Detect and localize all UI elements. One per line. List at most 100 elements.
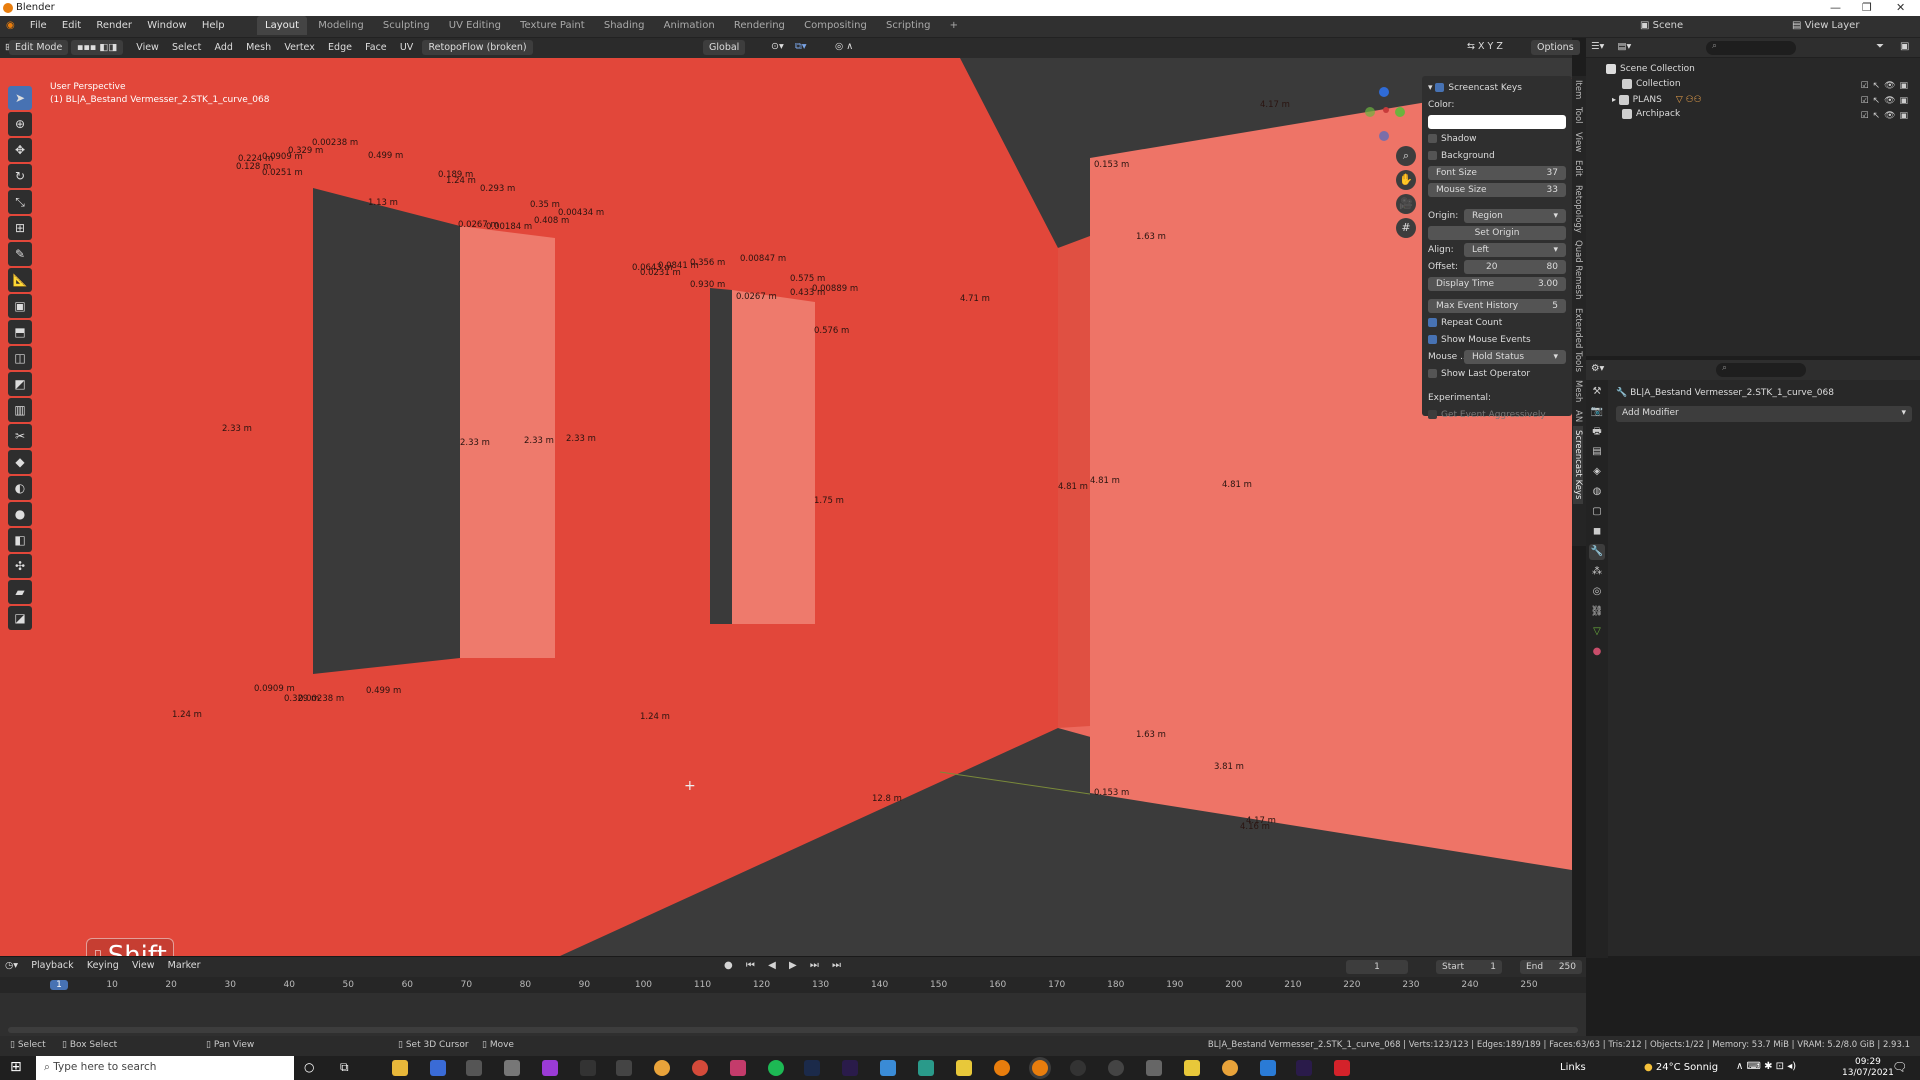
playback-controls[interactable]: ● ⏮ ◀ ▶ ⏭ ⏭ (724, 960, 846, 971)
tab-layout[interactable]: Layout (257, 16, 308, 35)
render-properties-icon[interactable]: 📷 (1589, 404, 1605, 420)
task-view-icon[interactable]: ⧉ (340, 1060, 349, 1075)
outliner-row-collection[interactable]: Collection ☑↖👁▣ (1586, 77, 1920, 92)
output-properties-icon[interactable]: 🖶 (1589, 424, 1605, 440)
background-checkbox[interactable]: Background (1428, 148, 1566, 164)
scale-tool-icon[interactable]: ⤡ (8, 190, 32, 214)
add-workspace-button[interactable]: + (942, 16, 966, 35)
transform-orientation[interactable]: Global (703, 40, 746, 55)
max-event-history-field[interactable]: Max Event History 5 (1428, 298, 1566, 314)
extrude-tool-icon[interactable]: ⬒ (8, 320, 32, 344)
windows-start-icon[interactable]: ⊞ (10, 1059, 22, 1075)
loop-cut-tool-icon[interactable]: ▥ (8, 398, 32, 422)
tab-uv-editing[interactable]: UV Editing (441, 16, 509, 35)
outliner-search-input[interactable]: ⌕ (1706, 41, 1796, 55)
font-size-field[interactable]: Font Size 37 (1428, 165, 1566, 181)
zoom-icon[interactable]: ⌕ (1396, 146, 1416, 166)
shadow-checkbox[interactable]: Shadow (1428, 131, 1566, 147)
display-time-field[interactable]: Display Time 3.00 (1428, 276, 1566, 292)
app-icon[interactable] (918, 1060, 934, 1076)
origin-dropdown[interactable]: Region ▾ (1464, 209, 1566, 223)
tab-item[interactable]: Item (1573, 76, 1583, 103)
tab-quad-remesh[interactable]: Quad Remesh (1573, 236, 1583, 303)
spin-tool-icon[interactable]: ◐ (8, 476, 32, 500)
tray-icons[interactable]: ∧ ⌨ ✱ ⊡ ◂) (1736, 1061, 1796, 1072)
retopoflow-menu[interactable]: RetopoFlow (broken) (422, 40, 533, 55)
options-menu[interactable]: Options (1531, 40, 1580, 55)
playback-menu[interactable]: Playback (26, 957, 78, 974)
blender-menu-icon[interactable]: ◉ (0, 16, 21, 35)
edge-menu[interactable]: Edge (323, 39, 357, 56)
app-icon[interactable] (1108, 1060, 1124, 1076)
offset-fields[interactable]: 20 80 (1464, 260, 1566, 274)
object-properties-icon[interactable]: ◼ (1589, 524, 1605, 540)
links-toolbar[interactable]: Links (1560, 1062, 1586, 1073)
knife-tool-icon[interactable]: ✂ (8, 424, 32, 448)
set-origin-button[interactable]: Set Origin (1428, 225, 1566, 241)
properties-search-input[interactable]: ⌕ (1716, 363, 1806, 377)
color-swatch[interactable] (1428, 114, 1566, 130)
tab-rendering[interactable]: Rendering (726, 16, 793, 35)
cortana-icon[interactable]: ○ (304, 1060, 314, 1074)
show-last-operator-checkbox[interactable]: Show Last Operator (1428, 366, 1566, 382)
properties-editor-icon[interactable]: ⚙▾ (1586, 360, 1609, 377)
outliner-row-plans[interactable]: ▸ PLANS ▽ ⚇⚇ ☑↖👁▣ (1586, 92, 1920, 107)
clock[interactable]: 09:29 13/07/2021 (1842, 1057, 1894, 1079)
menu-help[interactable]: Help (196, 16, 231, 35)
shrink-fatten-tool-icon[interactable]: ✣ (8, 554, 32, 578)
modifier-properties-icon[interactable]: 🔧 (1589, 544, 1605, 560)
menu-edit[interactable]: Edit (56, 16, 87, 35)
rip-tool-icon[interactable]: ◪ (8, 606, 32, 630)
acrobat-icon[interactable] (1334, 1060, 1350, 1076)
app-icon[interactable] (542, 1060, 558, 1076)
app-icon[interactable] (580, 1060, 596, 1076)
face-menu[interactable]: Face (360, 39, 391, 56)
notifications-icon[interactable]: 🗨 (1892, 1060, 1907, 1074)
file-explorer-icon[interactable] (392, 1060, 408, 1076)
poly-build-tool-icon[interactable]: ◆ (8, 450, 32, 474)
marker-menu[interactable]: Marker (163, 957, 206, 974)
view-layer-properties-icon[interactable]: ▤ (1589, 444, 1605, 460)
media-encoder-icon[interactable] (842, 1060, 858, 1076)
align-dropdown[interactable]: Left ▾ (1464, 243, 1566, 257)
proportional-edit-icon[interactable]: ◎ ∧ (830, 38, 858, 55)
rotate-tool-icon[interactable]: ↻ (8, 164, 32, 188)
keying-menu[interactable]: Keying (82, 957, 124, 974)
tab-screencast-keys[interactable]: Screencast Keys (1573, 426, 1583, 504)
edge-slide-tool-icon[interactable]: ◧ (8, 528, 32, 552)
app-icon[interactable] (1070, 1060, 1086, 1076)
display-mode-icon[interactable]: ▤▾ (1612, 38, 1636, 55)
physics-properties-icon[interactable]: ◎ (1589, 584, 1605, 600)
data-properties-icon[interactable]: ▽ (1589, 624, 1605, 640)
select-mode-buttons[interactable]: ▪▪▪ ◧◨ (71, 40, 124, 55)
pivot-icon[interactable]: ⊙▾ (766, 38, 789, 55)
tab-mesh[interactable]: Mesh (1573, 376, 1583, 406)
mouse-size-field[interactable]: Mouse Size 33 (1428, 182, 1566, 198)
collection-properties-icon[interactable]: ▢ (1589, 504, 1605, 520)
menu-render[interactable]: Render (90, 16, 138, 35)
tab-shading[interactable]: Shading (596, 16, 653, 35)
scene-selector[interactable]: ▣ Scene (1640, 20, 1683, 31)
sticky-notes-icon[interactable] (1184, 1060, 1200, 1076)
pan-hand-icon[interactable]: ✋ (1396, 170, 1416, 190)
view-menu[interactable]: View (131, 39, 164, 56)
app-icon[interactable] (730, 1060, 746, 1076)
uv-menu[interactable]: UV (395, 39, 418, 56)
photoshop-icon[interactable] (804, 1060, 820, 1076)
end-frame-field[interactable]: End 250 (1520, 960, 1582, 974)
taskbar-search-input[interactable]: ⌕ Type here to search (36, 1056, 294, 1080)
expand-arrow-icon[interactable]: ▸ (1612, 95, 1619, 104)
get-event-aggressively-checkbox[interactable]: Get Event Aggressively (1428, 407, 1566, 423)
world-properties-icon[interactable]: ◍ (1589, 484, 1605, 500)
vertex-menu[interactable]: Vertex (279, 39, 320, 56)
menu-window[interactable]: Window (141, 16, 192, 35)
snap-icon[interactable]: ⧉▾ (790, 38, 812, 55)
panel-header[interactable]: ▾ Screencast Keys (1428, 80, 1566, 96)
select-menu[interactable]: Select (167, 39, 206, 56)
mode-selector[interactable]: Edit Mode (9, 40, 69, 55)
current-frame-field[interactable]: 1 (1346, 960, 1408, 974)
camera-icon[interactable]: 🎥 (1396, 194, 1416, 214)
xyz-mirror-toggles[interactable]: ⇆ X Y Z (1462, 38, 1508, 55)
view-layer-selector[interactable]: ▤ View Layer (1792, 20, 1859, 31)
particles-properties-icon[interactable]: ⁂ (1589, 564, 1605, 580)
